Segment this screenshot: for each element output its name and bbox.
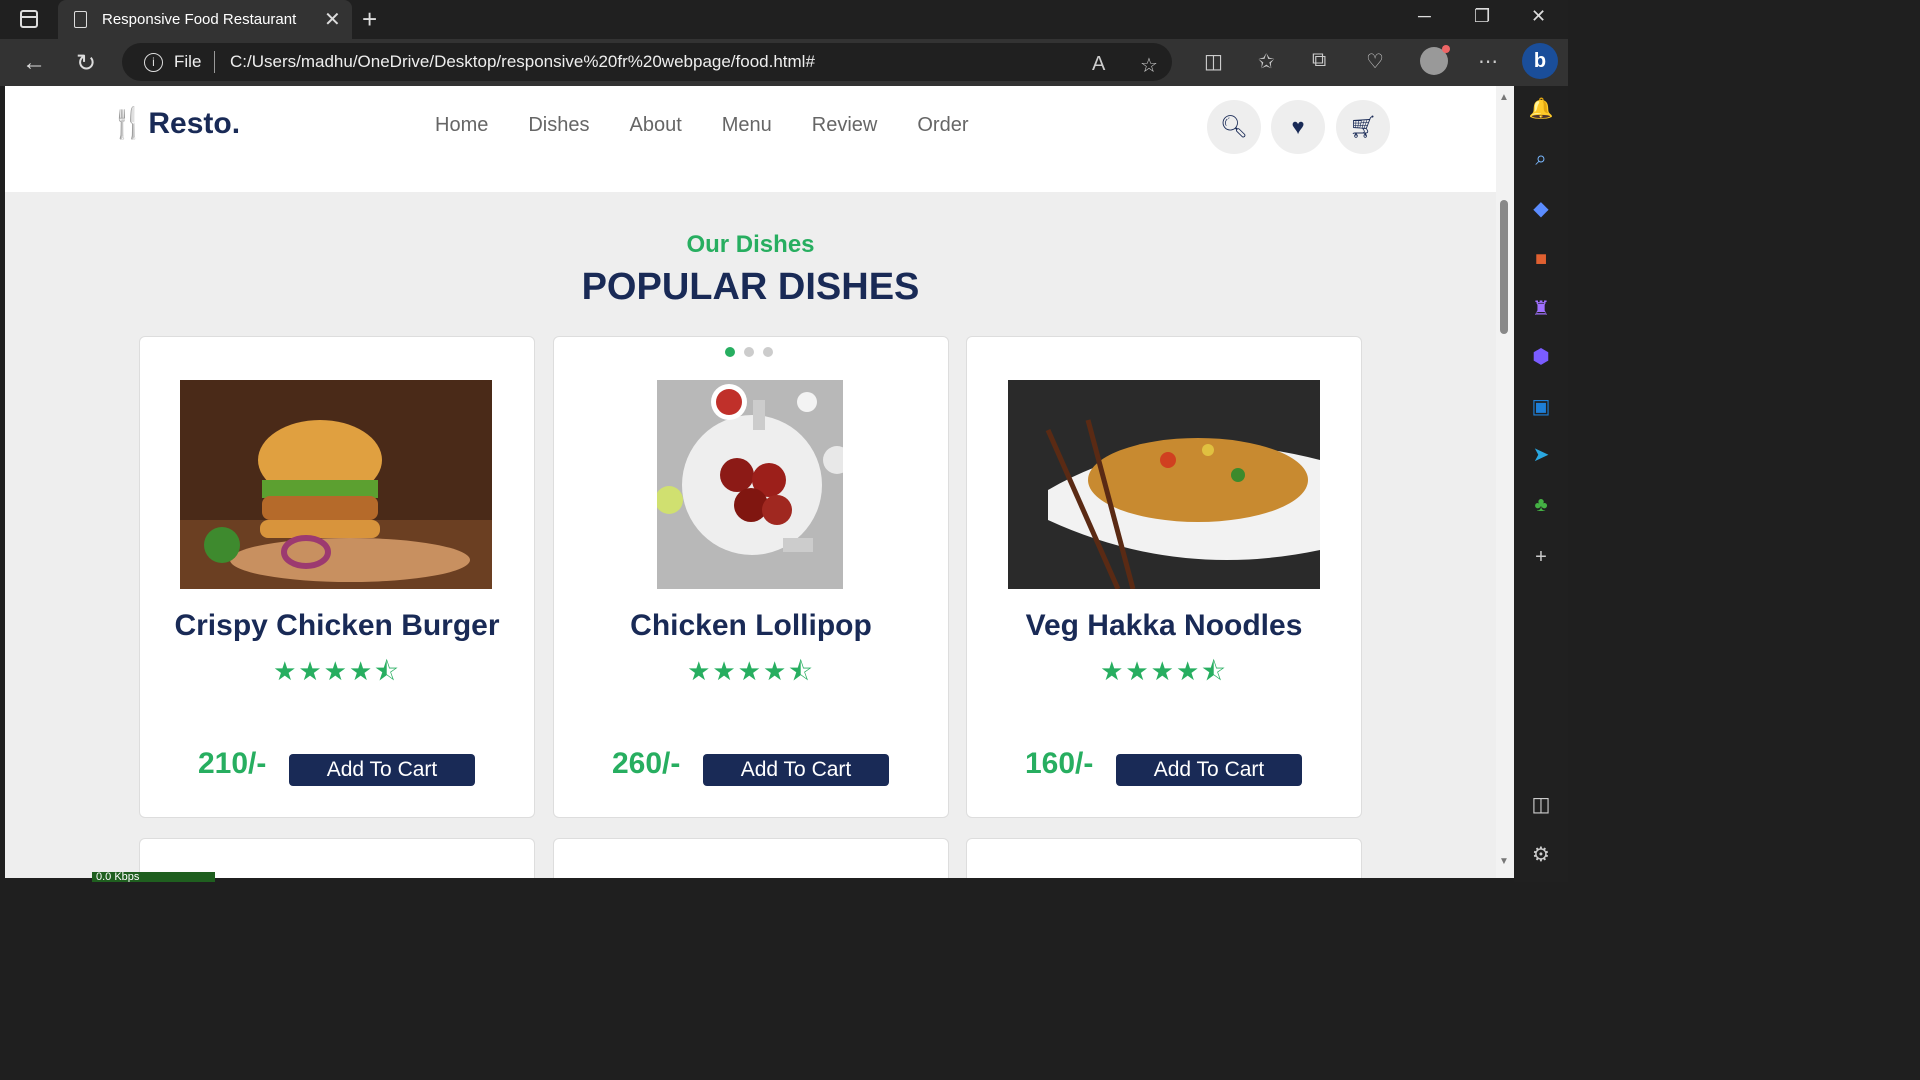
site-header: 🍴Resto. Home Dishes About Menu Review Or… [5,86,1496,166]
dish-name: Chicken Lollipop [630,609,872,642]
collections-icon[interactable]: ⧉ [1312,49,1326,72]
nav-about[interactable]: About [630,114,682,137]
heart-button[interactable]: ♥ [1271,100,1325,154]
address-url[interactable]: C:/Users/madhu/OneDrive/Desktop/responsi… [230,52,815,72]
dish-name: Crispy Chicken Burger [174,609,500,642]
dish-card: Veg Hakka Noodles ★★★★⯪ 160/- Add To Car… [966,336,1362,818]
scroll-up-icon[interactable]: ▲ [1499,92,1509,103]
nav-menu[interactable]: Menu [722,114,772,137]
notification-bell-icon[interactable]: 🔔 [1528,96,1554,122]
new-tab-icon[interactable]: + [362,4,377,35]
scroll-thumb[interactable] [1500,200,1508,334]
site-logo[interactable]: 🍴Resto. [109,106,240,141]
copilot-icon[interactable]: b [1522,43,1558,79]
webpage: 🍴Resto. Home Dishes About Menu Review Or… [5,86,1496,878]
settings-gear-icon[interactable]: ⚙ [1528,842,1554,868]
search-button[interactable]: 🔍︎ [1207,100,1261,154]
carousel-dot[interactable] [763,347,773,357]
dish-price: 260/- [612,747,681,780]
address-scheme: File [174,52,202,71]
profile-avatar[interactable] [1420,45,1450,75]
dish-price: 160/- [1025,747,1094,780]
cart-button[interactable]: 🛒︎ [1336,100,1390,154]
add-to-cart-button[interactable]: Add To Cart [1116,754,1302,786]
close-tab-icon[interactable]: ✕ [324,7,341,32]
section-heading: POPULAR DISHES [581,266,920,308]
browser-essentials-icon[interactable]: ♡ [1366,49,1384,74]
network-speed-indicator: 0.0 Kbps [92,872,215,882]
nav-review[interactable]: Review [812,114,878,137]
document-icon [74,11,87,28]
address-separator [214,51,215,73]
split-screen-icon[interactable]: ◫ [1204,49,1223,74]
dish-card: Chicken Lollipop ★★★★⯪ 260/- Add To Cart [553,336,949,818]
shopping-tag-icon[interactable]: ◆ [1528,196,1554,222]
tab-title: Responsive Food Restaurant [102,11,297,28]
chicken-lollipop-image [657,380,843,589]
more-menu-icon[interactable]: ⋯ [1478,49,1498,74]
carousel-dots [725,347,773,357]
info-icon[interactable]: i [144,53,163,72]
browser-tab[interactable]: Responsive Food Restaurant ✕ [58,0,352,39]
rating-stars: ★★★★⯪ [687,656,815,686]
tools-icon[interactable]: ■ [1528,246,1554,272]
dish-name: Veg Hakka Noodles [1025,609,1303,642]
scroll-down-icon[interactable]: ▼ [1499,856,1509,867]
refresh-icon[interactable]: ↻ [76,49,96,78]
rating-stars: ★★★★⯪ [273,656,401,686]
header-spacer [5,166,1496,192]
copilot-sidebar-icon[interactable]: ⬢ [1528,344,1554,370]
minimize-icon[interactable]: ─ [1418,6,1431,27]
carousel-dot[interactable] [725,347,735,357]
dish-card-partial [553,838,949,878]
outlook-icon[interactable]: ▣ [1528,394,1554,420]
add-to-cart-button[interactable]: Add To Cart [289,754,475,786]
browser-toolbar: ← ↻ i File C:/Users/madhu/OneDrive/Deskt… [0,39,1568,86]
page-scrollbar[interactable]: ▲ ▼ [1496,86,1514,878]
site-nav: Home Dishes About Menu Review Order [435,114,969,137]
burger-image [180,380,492,589]
search-icon[interactable]: ⌕ [1528,146,1554,172]
tree-icon[interactable]: ♣ [1528,492,1554,518]
send-icon[interactable]: ➤ [1528,442,1554,468]
dish-card-partial [966,838,1362,878]
add-sidebar-icon[interactable]: + [1528,544,1554,570]
read-aloud-icon[interactable]: A [1092,53,1105,76]
fork-knife-icon: 🍴 [109,107,147,140]
favorites-icon[interactable]: ✩ [1258,49,1275,74]
favorite-star-icon[interactable]: ☆ [1140,53,1158,78]
sidebar-panel-icon[interactable]: ◫ [1528,792,1554,818]
nav-home[interactable]: Home [435,114,488,137]
nav-order[interactable]: Order [917,114,968,137]
close-window-icon[interactable]: ✕ [1531,6,1546,27]
browser-sidebar: 🔔 ⌕ ◆ ■ ♜ ⬢ ▣ ➤ ♣ + ◫ ⚙ [1514,86,1568,882]
browser-tab-bar: Responsive Food Restaurant ✕ + ─ ❐ ✕ [0,0,1568,39]
nav-dishes[interactable]: Dishes [528,114,589,137]
restore-icon[interactable]: ❐ [1474,6,1490,27]
noodles-image [1008,380,1320,589]
rating-stars: ★★★★⯪ [1100,656,1228,686]
add-to-cart-button[interactable]: Add To Cart [703,754,889,786]
games-icon[interactable]: ♜ [1528,296,1554,322]
address-bar[interactable]: i File C:/Users/madhu/OneDrive/Desktop/r… [122,43,1172,81]
tab-actions-icon[interactable] [20,10,38,28]
dish-price: 210/- [198,747,267,780]
logo-text: Resto. [148,107,241,140]
section-subtitle: Our Dishes [686,231,815,258]
dish-card: Crispy Chicken Burger ★★★★⯪ 210/- Add To… [139,336,535,818]
back-icon[interactable]: ← [22,49,46,77]
carousel-dot[interactable] [744,347,754,357]
